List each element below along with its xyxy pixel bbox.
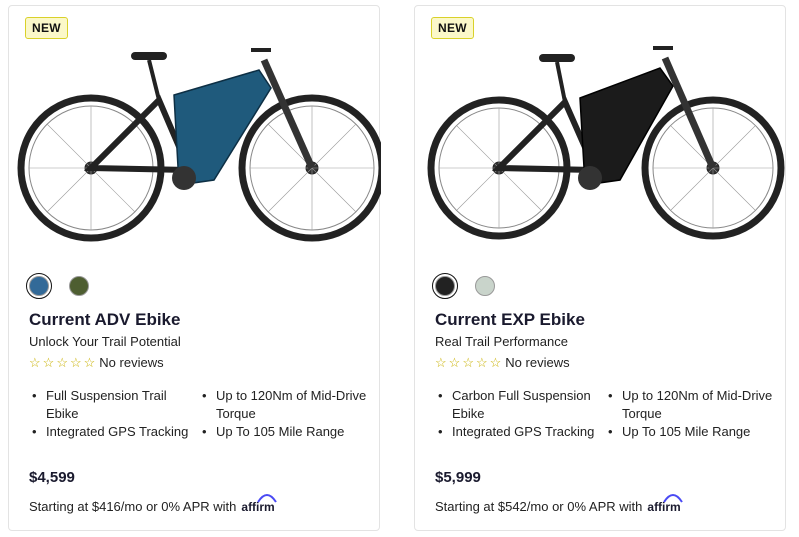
- affirm-arc-icon: [662, 494, 683, 503]
- product-tagline: Real Trail Performance: [435, 334, 568, 349]
- product-name[interactable]: Current ADV Ebike: [29, 310, 180, 330]
- feature-list: Carbon Full Suspension Ebike Up to 120Nm…: [435, 387, 780, 441]
- feature-item: Integrated GPS Tracking: [29, 423, 199, 441]
- product-tagline: Unlock Your Trail Potential: [29, 334, 181, 349]
- feature-item: Full Suspension Trail Ebike: [29, 387, 199, 423]
- color-swatch-black[interactable]: [432, 273, 458, 299]
- bike-frame: [491, 46, 717, 190]
- product-price: $5,999: [435, 469, 481, 486]
- financing-text: Starting at $416/mo or 0% APR with affir…: [29, 494, 277, 514]
- feature-item: Carbon Full Suspension Ebike: [435, 387, 605, 423]
- affirm-arc-icon: [256, 494, 277, 503]
- product-name[interactable]: Current EXP Ebike: [435, 310, 585, 330]
- rating: ☆ ☆ ☆ ☆ ☆ No reviews: [435, 355, 570, 370]
- star-icon: ☆: [69, 355, 82, 370]
- feature-item: Up to 120Nm of Mid-Drive Torque: [199, 387, 369, 423]
- star-icon: ☆: [448, 355, 461, 370]
- color-swatch-green[interactable]: [69, 276, 89, 296]
- color-swatches: [432, 273, 495, 299]
- rating: ☆ ☆ ☆ ☆ ☆ No reviews: [29, 355, 164, 370]
- product-card[interactable]: NEW: [8, 5, 381, 531]
- new-badge: NEW: [25, 17, 68, 39]
- star-icon: ☆: [435, 355, 447, 370]
- star-icon: ☆: [475, 355, 488, 370]
- affirm-logo[interactable]: affirm: [241, 494, 277, 514]
- feature-list: Full Suspension Trail Ebike Up to 120Nm …: [29, 387, 374, 441]
- star-icon: ☆: [29, 355, 41, 370]
- product-grid: NEW Current ADV Ebike Unlock Your Trail …: [0, 0, 799, 537]
- color-swatch-sage[interactable]: [475, 276, 495, 296]
- product-price: $4,599: [29, 469, 75, 486]
- bike-image[interactable]: [9, 40, 381, 260]
- color-swatch-blue[interactable]: [26, 273, 52, 299]
- color-swatches: [26, 273, 89, 299]
- affirm-logo[interactable]: affirm: [647, 494, 683, 514]
- feature-item: Up to 120Nm of Mid-Drive Torque: [605, 387, 775, 423]
- new-badge: NEW: [431, 17, 474, 39]
- feature-item: Integrated GPS Tracking: [435, 423, 605, 441]
- star-icon: ☆: [489, 355, 502, 370]
- bike-image[interactable]: [415, 40, 787, 260]
- product-card[interactable]: NEW: [414, 5, 786, 531]
- star-icon: ☆: [462, 355, 474, 370]
- reviews-text: No reviews: [505, 355, 570, 370]
- star-icon: ☆: [83, 355, 96, 370]
- feature-item: Up To 105 Mile Range: [199, 423, 369, 441]
- financing-label: Starting at $416/mo or 0% APR with: [29, 499, 237, 514]
- financing-text: Starting at $542/mo or 0% APR with affir…: [435, 494, 683, 514]
- star-icon: ☆: [42, 355, 55, 370]
- feature-item: Up To 105 Mile Range: [605, 423, 775, 441]
- bike-frame: [83, 48, 316, 190]
- financing-label: Starting at $542/mo or 0% APR with: [435, 499, 643, 514]
- reviews-text: No reviews: [99, 355, 164, 370]
- star-icon: ☆: [56, 355, 68, 370]
